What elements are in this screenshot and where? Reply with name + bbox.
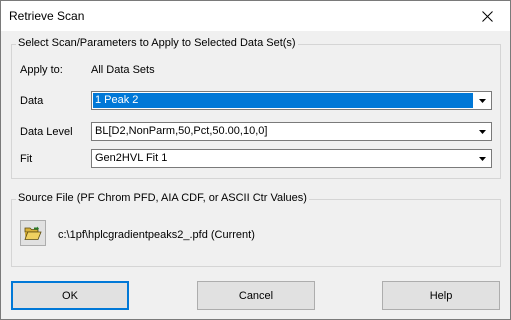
scan-parameters-legend: Select Scan/Parameters to Apply to Selec… <box>16 37 298 49</box>
close-icon <box>481 10 493 22</box>
fit-label: Fit <box>20 153 33 165</box>
data-label: Data <box>20 95 44 107</box>
ok-button[interactable]: OK <box>11 281 129 310</box>
fit-combobox-value: Gen2HVL Fit 1 <box>95 152 168 164</box>
cancel-button[interactable]: Cancel <box>197 281 315 310</box>
help-button-label: Help <box>429 289 453 302</box>
fit-combobox[interactable]: Gen2HVL Fit 1 <box>91 149 492 168</box>
source-file-legend: Source File (PF Chrom PFD, AIA CDF, or A… <box>16 192 309 204</box>
source-file-path: c:\1pf\hplcgradientpeaks2_.pfd (Current) <box>58 229 255 241</box>
chevron-down-icon <box>479 129 486 134</box>
chevron-down-icon <box>479 98 486 103</box>
data-level-combobox-dropdown[interactable] <box>474 124 490 139</box>
open-folder-icon <box>24 226 42 240</box>
fit-combobox-dropdown[interactable] <box>474 151 490 166</box>
title-bar: Retrieve Scan <box>1 1 510 31</box>
retrieve-scan-dialog: Retrieve Scan Select Scan/Parameters to … <box>0 0 511 320</box>
open-file-button[interactable] <box>20 220 46 246</box>
data-combobox[interactable]: 1 Peak 2 <box>91 91 492 110</box>
apply-to-value: All Data Sets <box>91 64 155 76</box>
chevron-down-icon <box>479 156 486 161</box>
data-level-label: Data Level <box>20 126 73 138</box>
cancel-button-label: Cancel <box>238 289 274 302</box>
apply-to-label: Apply to: <box>20 64 63 76</box>
data-level-combobox[interactable]: BL[D2,NonParm,50,Pct,50.00,10,0] <box>91 122 492 141</box>
ok-button-label: OK <box>62 289 78 302</box>
data-combobox-dropdown[interactable] <box>474 93 490 108</box>
window-title: Retrieve Scan <box>9 9 85 23</box>
data-combobox-value: 1 Peak 2 <box>93 93 473 108</box>
help-button[interactable]: Help <box>382 281 500 310</box>
close-button[interactable] <box>464 1 510 31</box>
data-level-combobox-value: BL[D2,NonParm,50,Pct,50.00,10,0] <box>95 125 268 137</box>
